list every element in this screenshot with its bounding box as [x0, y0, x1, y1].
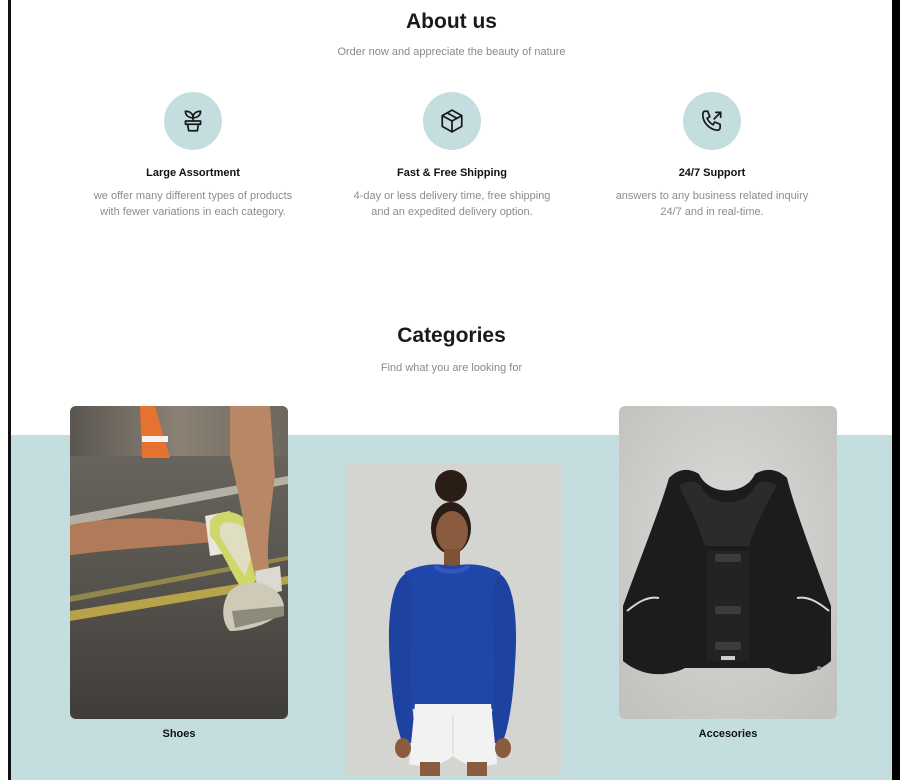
category-card-accessories[interactable] — [619, 406, 837, 719]
categories-subtitle: Find what you are looking for — [380, 362, 523, 374]
feature-title: 24/7 Support — [678, 167, 746, 179]
feature-desc-line: we offer many different types of product… — [93, 190, 293, 202]
plant-icon — [184, 110, 202, 132]
about-title: About us — [406, 10, 497, 33]
feature-icon-circle — [423, 92, 481, 150]
window-right-border — [892, 0, 900, 780]
about-subtitle: Order now and appreciate the beauty of n… — [337, 46, 566, 58]
page-content: About us Order now and appreciate the be… — [11, 0, 892, 780]
category-label-accessories[interactable]: Accesories — [619, 728, 837, 740]
feature-description: we offer many different types of product… — [73, 188, 313, 220]
feature-desc-line: 24/7 and in real-time. — [660, 206, 764, 218]
feature-icon-circle — [164, 92, 222, 150]
feature-title: Large Assortment — [146, 167, 240, 179]
feature-fast-free-shipping: Fast & Free Shipping 4-day or less deliv… — [332, 92, 572, 220]
phone-icon — [701, 110, 722, 132]
feature-description: 4-day or less delivery time, free shippi… — [332, 188, 572, 220]
feature-24-7-support: 24/7 Support answers to any business rel… — [592, 92, 832, 220]
category-card-apparel[interactable] — [345, 464, 562, 776]
feature-desc-line: answers to any business related inquiry — [615, 190, 809, 202]
feature-large-assortment: Large Assortment we offer many different… — [73, 92, 313, 220]
categories-title: Categories — [397, 324, 506, 347]
feature-desc-line: and an expedited delivery option. — [371, 206, 533, 218]
woman-blue-top-photo — [345, 464, 562, 776]
category-label-shoes[interactable]: Shoes — [70, 728, 288, 740]
feature-title: Fast & Free Shipping — [396, 167, 507, 179]
feature-icon-circle — [683, 92, 741, 150]
category-card-shoes[interactable] — [70, 406, 288, 719]
box-icon — [441, 109, 463, 133]
running-shoes-photo — [70, 406, 288, 719]
running-vest-photo — [619, 406, 837, 719]
feature-desc-line: 4-day or less delivery time, free shippi… — [353, 190, 551, 202]
feature-description: answers to any business related inquiry … — [592, 188, 832, 220]
feature-desc-line: with fewer variations in each category. — [100, 206, 286, 218]
